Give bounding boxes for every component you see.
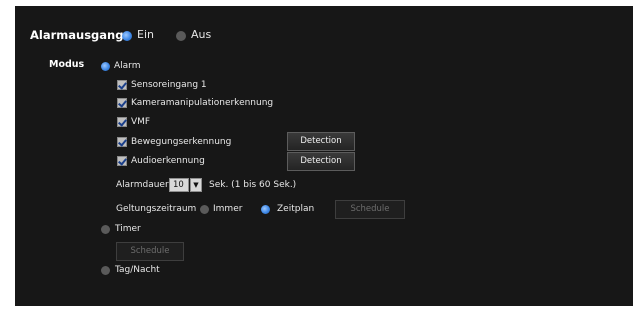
motion-detection-label: Bewegungserkennung — [131, 137, 232, 147]
validity-schedule-radio[interactable] — [261, 205, 270, 214]
duration-range-text: Sek. (1 bis 60 Sek.) — [209, 180, 297, 190]
audio-detection-checkbox[interactable] — [117, 156, 127, 166]
validity-schedule-label: Zeitplan — [277, 204, 315, 214]
duration-label: Alarmdauer — [116, 180, 169, 190]
duration-select[interactable]: 10 — [169, 178, 189, 192]
audio-detection-button[interactable]: Detection — [287, 152, 355, 171]
mode-timer-label: Timer — [115, 224, 141, 234]
motion-detection-button[interactable]: Detection — [287, 132, 355, 151]
tamper-detection-label: Kameramanipulationerkennung — [131, 98, 274, 108]
alarm-output-panel: Alarmausgang Ein Aus Modus Alarm Sensore… — [15, 6, 633, 306]
validity-schedule-button[interactable]: Schedule — [335, 200, 405, 219]
alarm-output-off-radio[interactable] — [176, 31, 186, 41]
validity-label: Geltungszeitraum — [116, 204, 197, 214]
sensor-input-label: Sensoreingang 1 — [131, 80, 207, 90]
audio-detection-label: Audioerkennung — [131, 156, 205, 166]
mode-alarm-label: Alarm — [114, 61, 141, 71]
mode-label: Modus — [49, 59, 85, 70]
tamper-detection-checkbox[interactable] — [117, 98, 127, 108]
timer-schedule-button[interactable]: Schedule — [116, 242, 184, 261]
vmf-checkbox[interactable] — [117, 117, 127, 127]
alarm-output-label: Alarmausgang — [30, 28, 124, 42]
alarm-output-on-radio[interactable] — [122, 31, 132, 41]
chevron-down-icon[interactable]: ▼ — [190, 178, 202, 192]
vmf-label: VMF — [131, 117, 151, 127]
mode-daynight-label: Tag/Nacht — [115, 265, 160, 275]
motion-detection-checkbox[interactable] — [117, 137, 127, 147]
mode-alarm-radio[interactable] — [101, 62, 110, 71]
validity-always-radio[interactable] — [200, 205, 209, 214]
alarm-output-off-label: Aus — [191, 28, 212, 41]
mode-timer-radio[interactable] — [101, 225, 110, 234]
alarm-output-on-label: Ein — [137, 28, 154, 41]
validity-always-label: Immer — [213, 204, 243, 214]
mode-daynight-radio[interactable] — [101, 266, 110, 275]
sensor-input-checkbox[interactable] — [117, 80, 127, 90]
